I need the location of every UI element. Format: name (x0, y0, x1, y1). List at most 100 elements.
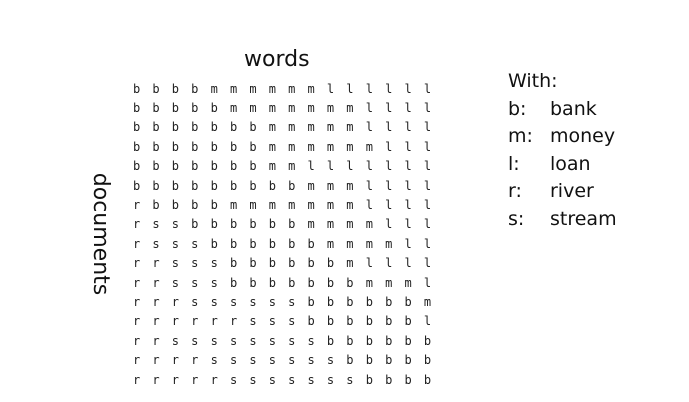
matrix-cell: b (423, 372, 432, 387)
matrix-cell: m (288, 139, 296, 154)
matrix-cell: r (133, 275, 141, 290)
matrix-cell: l (365, 120, 373, 135)
matrix-cell: m (365, 275, 373, 290)
matrix-cell: s (191, 256, 199, 271)
matrix-cell: b (365, 314, 373, 329)
matrix-cell: b (288, 256, 296, 271)
matrix-cell: l (404, 256, 412, 271)
matrix-cell: s (191, 333, 199, 348)
matrix-cell: s (152, 236, 160, 251)
matrix-cell: l (385, 198, 393, 213)
matrix-cell: b (249, 236, 257, 251)
matrix-cell: b (133, 159, 141, 174)
matrix-cell: s (288, 353, 296, 368)
matrix-cell: l (404, 81, 412, 96)
matrix-cell: b (133, 120, 141, 135)
matrix-cell: m (365, 217, 373, 232)
matrix-cell: m (307, 101, 315, 116)
matrix-cell: l (423, 139, 432, 154)
matrix-cell: m (307, 139, 315, 154)
matrix-cell: s (307, 372, 315, 387)
matrix-cell: l (365, 198, 373, 213)
matrix-row: rrrrrsssssssbbbb (133, 370, 443, 389)
matrix-cell: s (249, 333, 257, 348)
matrix-cell: l (307, 159, 315, 174)
matrix-cell: s (210, 275, 218, 290)
matrix-cell: b (268, 178, 276, 193)
matrix-cell: m (326, 198, 335, 213)
matrix-row: bbbbbbbmmmmmllll (133, 118, 443, 137)
matrix-cell: b (307, 275, 315, 290)
matrix-cell: b (229, 178, 238, 193)
matrix-cell: l (404, 198, 412, 213)
matrix-cell: b (268, 256, 276, 271)
legend-label: loan (550, 152, 591, 175)
matrix-cell: b (210, 101, 218, 116)
matrix-cell: b (171, 120, 180, 135)
matrix-cell: s (210, 256, 218, 271)
matrix-cell: b (385, 353, 393, 368)
matrix-cell: m (346, 256, 354, 271)
matrix-cell: m (326, 178, 335, 193)
matrix-cell: m (210, 81, 218, 96)
matrix-row: bbbbbmmmmmmmllll (133, 98, 443, 117)
matrix-cell: b (346, 275, 354, 290)
legend-label: river (550, 180, 594, 202)
matrix-cell: b (171, 198, 180, 213)
matrix-cell: s (268, 372, 276, 387)
matrix-cell: l (385, 178, 393, 193)
matrix-cell: l (423, 198, 432, 213)
matrix-cell: b (191, 139, 199, 154)
matrix-cell: s (249, 353, 257, 368)
matrix-cell: b (152, 139, 160, 154)
matrix-cell: r (210, 372, 218, 387)
matrix-cell: s (326, 353, 335, 368)
matrix-cell: m (307, 198, 315, 213)
matrix-row: rrssssssssbbbbbb (133, 331, 443, 350)
matrix-cell: s (171, 256, 180, 271)
matrix-cell: b (268, 236, 276, 251)
matrix-cell: b (249, 217, 257, 232)
matrix-cell: b (191, 120, 199, 135)
matrix-cell: r (229, 314, 238, 329)
matrix-cell: r (171, 294, 180, 309)
matrix-cell: b (288, 275, 296, 290)
matrix-cell: b (404, 353, 412, 368)
matrix-cell: b (133, 139, 141, 154)
matrix-cell: s (171, 275, 180, 290)
matrix-row: bbbbbbbmmmmmmlll (133, 137, 443, 156)
matrix-cell: s (191, 236, 199, 251)
matrix-cell: m (365, 236, 373, 251)
matrix-cell: b (249, 159, 257, 174)
matrix-cell: l (385, 139, 393, 154)
matrix-cell: b (152, 198, 160, 213)
matrix-cell: m (326, 101, 335, 116)
matrix-row: bbbbmmmmmmllllll (133, 79, 443, 98)
matrix-cell: b (229, 236, 238, 251)
matrix-cell: s (326, 372, 335, 387)
matrix-cell: m (385, 275, 393, 290)
matrix-cell: b (133, 178, 141, 193)
matrix-cell: b (249, 256, 257, 271)
matrix-cell: b (288, 217, 296, 232)
legend-key: l: (508, 152, 520, 175)
legend-label: bank (550, 97, 597, 120)
matrix-cell: s (210, 353, 218, 368)
matrix-cell: m (307, 217, 315, 232)
matrix-cell: b (268, 275, 276, 290)
matrix-cell: r (133, 314, 141, 329)
matrix-cell: b (365, 372, 373, 387)
matrix-cell: b (229, 256, 238, 271)
legend-item-bank: b: bank (508, 96, 617, 124)
matrix-cell: s (191, 294, 199, 309)
matrix-cell: s (288, 314, 296, 329)
matrix-cell: m (307, 120, 315, 135)
legend-key: b: (508, 97, 527, 120)
matrix-cell: r (133, 372, 141, 387)
matrix-cell: b (152, 178, 160, 193)
matrix-cell: b (229, 159, 238, 174)
matrix-cell: b (210, 236, 218, 251)
matrix-cell: m (288, 81, 296, 96)
matrix-cell: l (404, 139, 412, 154)
matrix-cell: b (288, 236, 296, 251)
